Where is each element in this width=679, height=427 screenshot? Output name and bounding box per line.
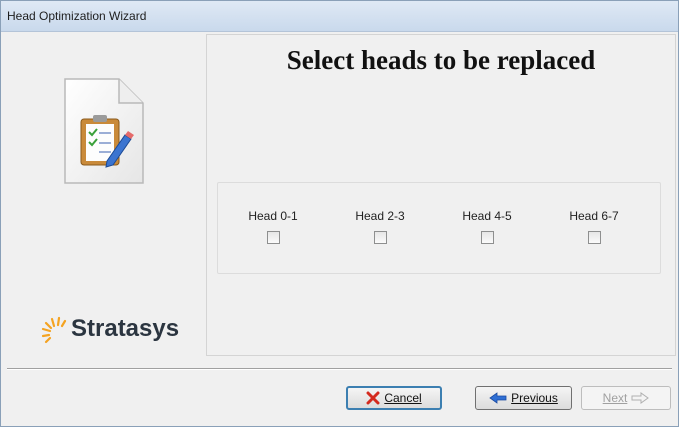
head-option-2-3: Head 2-3 <box>340 209 420 244</box>
window-title: Head Optimization Wizard <box>7 9 147 23</box>
cancel-button[interactable]: Cancel <box>346 386 442 410</box>
footer-divider <box>7 368 672 370</box>
stratasys-burst-icon <box>41 316 67 344</box>
main-panel: Select heads to be replaced Head 0-1 Hea… <box>206 34 676 356</box>
blue-left-arrow-icon <box>489 392 507 404</box>
head-label: Head 6-7 <box>569 209 619 223</box>
next-label: Next <box>602 391 628 405</box>
clipboard-doc-icon <box>64 78 144 184</box>
left-panel: Stratasys <box>9 33 200 355</box>
red-x-icon <box>366 391 380 405</box>
heads-group: Head 0-1 Head 2-3 Head 4-5 Head 6-7 <box>217 182 661 274</box>
cancel-label: Cancel <box>384 391 422 405</box>
head-4-5-checkbox[interactable] <box>480 231 494 244</box>
head-label: Head 4-5 <box>462 209 512 223</box>
page-heading: Select heads to be replaced <box>286 45 596 75</box>
head-label: Head 0-1 <box>248 209 298 223</box>
previous-button[interactable]: Previous <box>475 386 572 410</box>
head-6-7-checkbox[interactable] <box>587 231 601 244</box>
wizard-window: Head Optimization Wizard Stratasys Selec… <box>0 0 679 427</box>
title-bar[interactable]: Head Optimization Wizard <box>1 1 678 32</box>
logo-text: Stratasys <box>71 315 180 342</box>
head-label: Head 2-3 <box>355 209 405 223</box>
head-option-4-5: Head 4-5 <box>447 209 527 244</box>
head-option-6-7: Head 6-7 <box>554 209 634 244</box>
head-0-1-checkbox[interactable] <box>266 231 280 244</box>
head-2-3-checkbox[interactable] <box>373 231 387 244</box>
next-button[interactable]: Next <box>581 386 671 410</box>
previous-label: Previous <box>511 391 558 405</box>
right-arrow-outline-icon <box>631 392 650 404</box>
head-option-0-1: Head 0-1 <box>233 209 313 244</box>
